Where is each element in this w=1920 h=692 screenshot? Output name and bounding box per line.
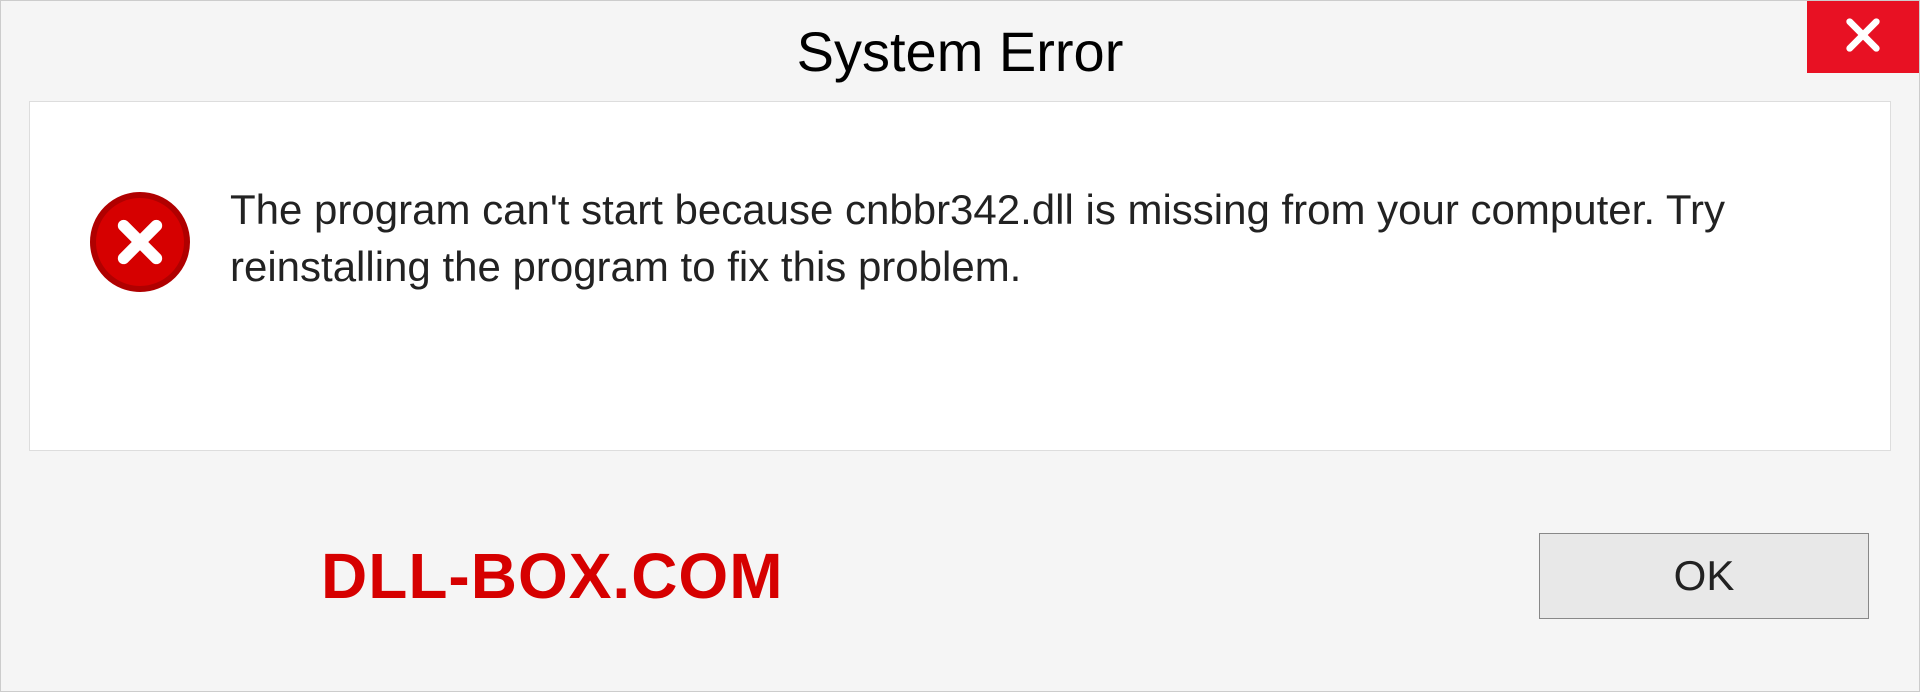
- title-bar: System Error: [1, 1, 1919, 101]
- ok-button[interactable]: OK: [1539, 533, 1869, 619]
- watermark-text: DLL-BOX.COM: [321, 539, 784, 613]
- close-icon: [1843, 15, 1883, 60]
- error-message: The program can't start because cnbbr342…: [230, 182, 1830, 295]
- footer-bar: DLL-BOX.COM OK: [1, 491, 1919, 691]
- content-panel: The program can't start because cnbbr342…: [29, 101, 1891, 451]
- close-button[interactable]: [1807, 1, 1919, 73]
- error-dialog: System Error The program can't start bec…: [0, 0, 1920, 692]
- dialog-title: System Error: [797, 19, 1124, 84]
- error-icon: [90, 192, 190, 292]
